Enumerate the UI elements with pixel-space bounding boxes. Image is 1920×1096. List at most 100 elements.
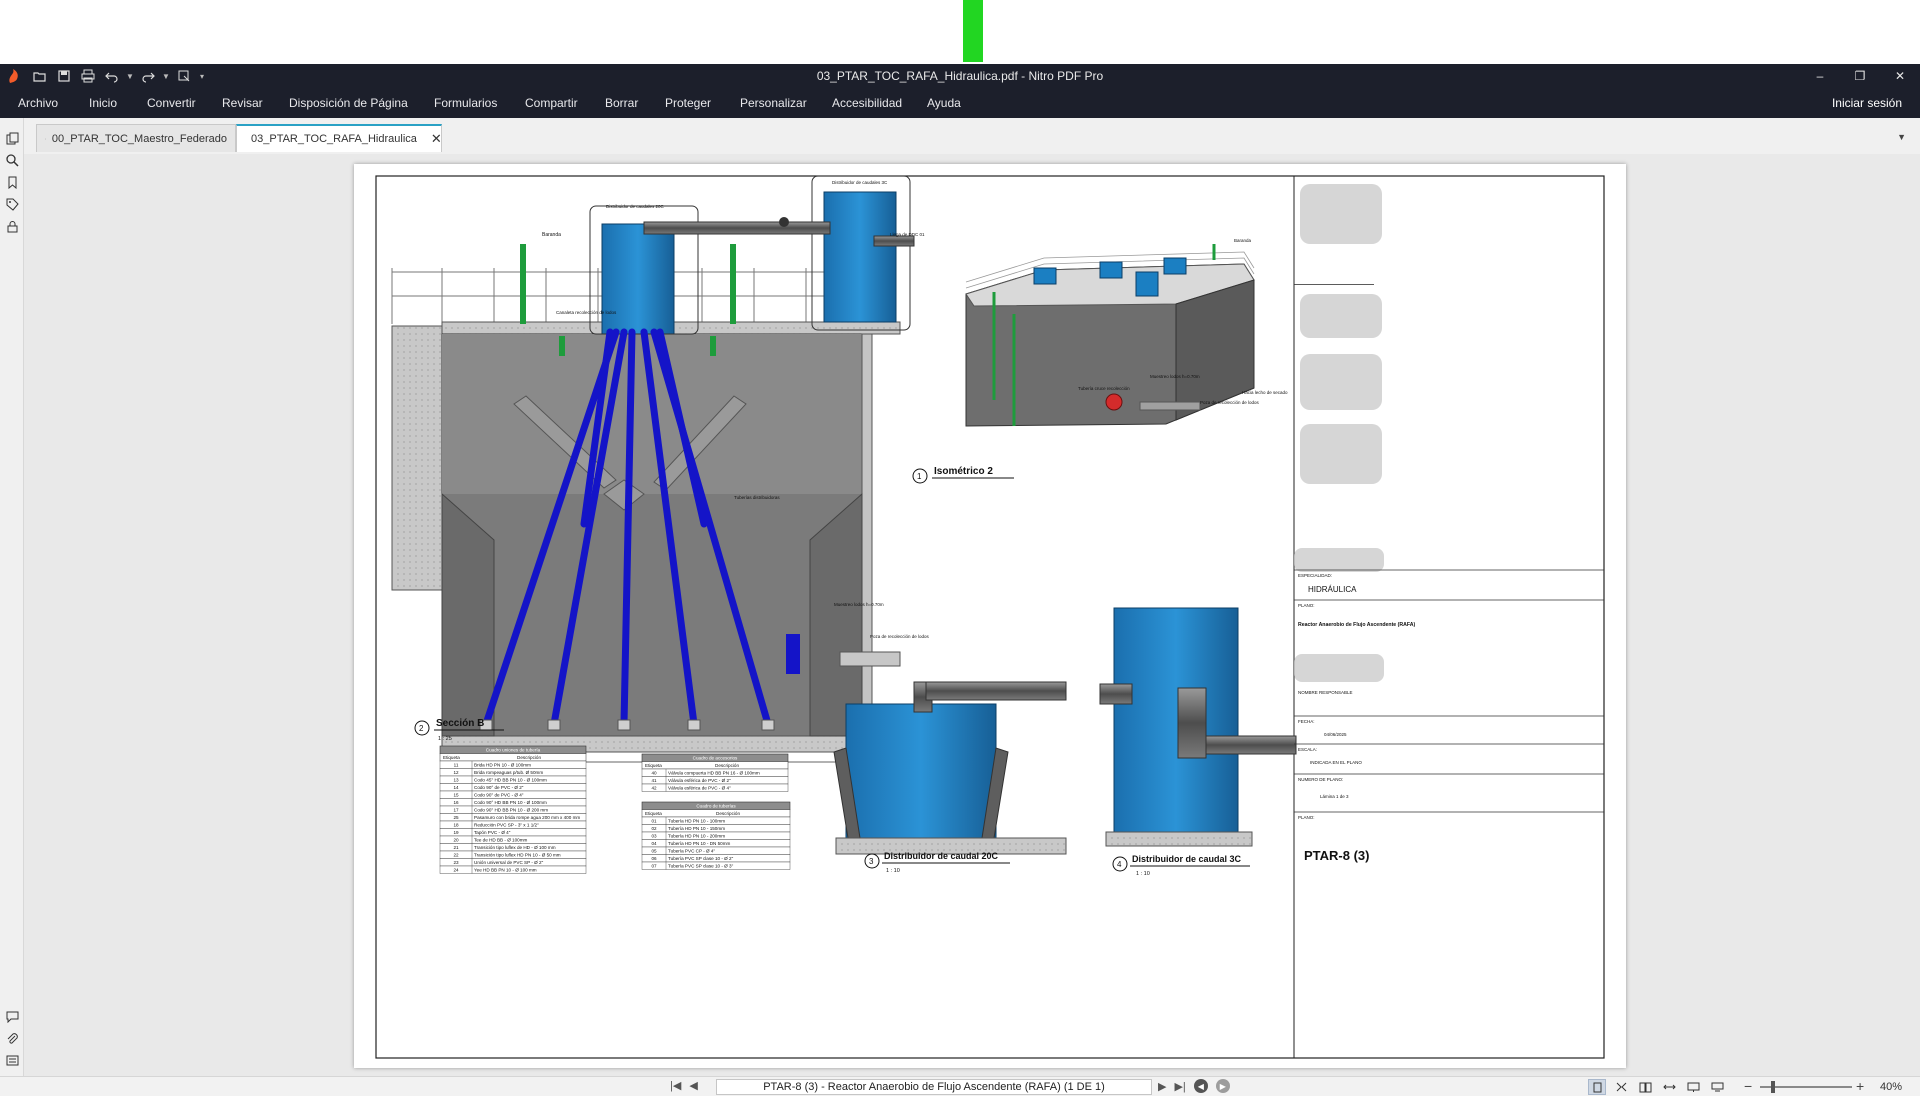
- escala-value: INDICADA EN EL PLANO: [1310, 760, 1362, 765]
- table-cell-description: Tapón PVC - Ø 4": [474, 830, 511, 835]
- close-icon[interactable]: ✕: [1880, 64, 1920, 88]
- fit-width-icon[interactable]: [1660, 1079, 1678, 1095]
- menu-archivo[interactable]: Archivo: [18, 96, 58, 110]
- zoom-level[interactable]: 40%: [1880, 1081, 1902, 1093]
- fecha-value: 04/06/2025: [1324, 732, 1347, 737]
- table-cell-description: Brida rompeaguas p/tub. Ø 50mm: [474, 770, 543, 775]
- dist20-box: [845, 703, 997, 839]
- tab-maestro-federado[interactable]: 00_PTAR_TOC_Maestro_Federado: [36, 124, 236, 152]
- especialidad-value: HIDRÁULICA: [1308, 585, 1357, 594]
- table-cell-description: Tubería HD PN 10 - DN 50mm: [668, 841, 731, 846]
- comments-icon[interactable]: [4, 1008, 20, 1024]
- menu-bar: Archivo Inicio Convertir Revisar Disposi…: [0, 88, 1920, 118]
- table-cell-label: 23: [453, 860, 459, 865]
- iso-label-poza: Poza de recolección de lodos: [1200, 400, 1260, 405]
- facing-icon[interactable]: [1636, 1079, 1654, 1095]
- lock-icon[interactable]: [4, 218, 20, 234]
- redacted-logo: [1300, 184, 1382, 244]
- right-wall: [861, 333, 873, 737]
- previous-view-icon[interactable]: ◀: [1193, 1079, 1208, 1093]
- table-cell-description: Tubería PVC CP - Ø 4": [668, 849, 715, 854]
- pages-icon[interactable]: [4, 130, 20, 146]
- plano-codigo: PTAR-8 (3): [1304, 848, 1369, 863]
- signin-link[interactable]: Iniciar sesión: [1832, 96, 1902, 110]
- tag-icon[interactable]: [4, 196, 20, 212]
- table-cell-description: Yee HD BB PN 10 - Ø 100 mm: [474, 868, 537, 873]
- bookmark-icon[interactable]: [4, 174, 20, 190]
- table-cell-description: Tubería PVC SP clase 10 - Ø 2": [668, 856, 734, 861]
- menu-inicio[interactable]: Inicio: [89, 96, 117, 110]
- table-cell-label: 06: [651, 856, 657, 861]
- prev-page-icon[interactable]: ◀: [689, 1079, 697, 1092]
- green-pipe-canaleta-left: [559, 336, 565, 356]
- close-tab-icon[interactable]: ✕: [431, 131, 442, 147]
- table-cell-label: 25: [453, 815, 459, 820]
- especialidad-label: ESPECIALIDAD:: [1298, 573, 1332, 578]
- next-view-icon[interactable]: ▶: [1215, 1079, 1230, 1093]
- window-controls: – ❐ ✕: [1800, 64, 1920, 88]
- table-cell-description: Codo 90° HD BB PN 10 - Ø 100mm: [474, 800, 547, 805]
- table-cell-description: Tubería HD PN 10 - 200mm: [668, 834, 725, 839]
- table-header-cell: Descripción: [716, 811, 740, 816]
- label-baranda: Baranda: [542, 232, 561, 238]
- table-cell-label: 19: [453, 830, 459, 835]
- menu-accesibilidad[interactable]: Accesibilidad: [832, 96, 902, 110]
- continuous-icon[interactable]: [1612, 1079, 1630, 1095]
- nav-left-group: |◀ ◀: [670, 1079, 698, 1092]
- table-cell-label: 01: [651, 819, 657, 824]
- document-workspace[interactable]: Baranda Distribuidor de caudales 20C Dis…: [24, 154, 1920, 1076]
- menu-formularios[interactable]: Formularios: [434, 96, 497, 110]
- table-row: [641, 846, 791, 855]
- dist20-inlet-pipe: [925, 681, 1067, 701]
- tab-rafa-hidraulica[interactable]: 03_PTAR_TOC_RAFA_Hidraulica ✕: [236, 124, 442, 152]
- menu-revisar[interactable]: Revisar: [222, 96, 263, 110]
- distributor-20c-detail: 3 Distribuidor de caudal 20C 1 : 10: [833, 681, 1067, 874]
- presentation-icon[interactable]: [1684, 1079, 1702, 1095]
- table-header-cell: Etiqueta: [645, 763, 662, 768]
- table-title: Cuadro de tuberías: [696, 804, 736, 809]
- dist3-number: 4: [1117, 860, 1122, 869]
- window-title: 03_PTAR_TOC_RAFA_Hidraulica.pdf - Nitro …: [816, 69, 1104, 83]
- menu-proteger[interactable]: Proteger: [665, 96, 711, 110]
- menu-ayuda[interactable]: Ayuda: [927, 96, 961, 110]
- table-cell-label: 21: [453, 845, 459, 850]
- zoom-out-button[interactable]: −: [1744, 1078, 1752, 1094]
- dist3-title: Distribuidor de caudal 3C: [1132, 854, 1242, 864]
- tab-list-dropdown-icon[interactable]: ▼: [1897, 132, 1906, 142]
- restore-icon[interactable]: ❐: [1840, 64, 1880, 88]
- dist20-number: 3: [869, 857, 874, 866]
- pdf-page[interactable]: Baranda Distribuidor de caudales 20C Dis…: [354, 164, 1626, 1068]
- menu-disposicion[interactable]: Disposición de Página: [289, 96, 408, 110]
- table-row: [439, 828, 587, 837]
- section-b-view: Baranda Distribuidor de caudales 20C Dis…: [391, 175, 930, 763]
- page-field[interactable]: PTAR-8 (3) - Reactor Anaerobio de Flujo …: [716, 1079, 1152, 1095]
- table-cell-description: Transición tipo luflex HD PN 10 - Ø 50 m…: [474, 853, 561, 858]
- last-page-icon[interactable]: ▶|: [1174, 1080, 1185, 1093]
- zoom-slider-thumb[interactable]: [1771, 1081, 1775, 1093]
- table-pipes: Cuadro de tuberías Etiqueta Descripción 01 T…: [641, 801, 791, 870]
- redacted-field: [1300, 354, 1382, 410]
- table-header-row: [439, 753, 587, 762]
- table-cell-label: 16: [453, 800, 459, 805]
- tile-icon[interactable]: [1708, 1079, 1726, 1095]
- single-page-icon[interactable]: [1588, 1079, 1606, 1095]
- dist3-outlet-pipe: [1205, 735, 1297, 755]
- next-page-icon[interactable]: ▶: [1158, 1080, 1166, 1093]
- dist3-scale: 1 : 10: [1136, 871, 1150, 877]
- fields-icon[interactable]: [4, 1052, 20, 1068]
- search-icon[interactable]: [4, 152, 20, 168]
- document-icon: [45, 137, 46, 140]
- table-unions: Cuadro uniones de tubería Etiqueta Descrip…: [439, 745, 587, 874]
- attachment-icon[interactable]: [4, 1030, 20, 1046]
- menu-compartir[interactable]: Compartir: [525, 96, 578, 110]
- dist3-base: [1105, 831, 1253, 847]
- minimize-icon[interactable]: –: [1800, 64, 1840, 88]
- escala-label: ESCALA:: [1298, 747, 1317, 752]
- menu-personalizar[interactable]: Personalizar: [740, 96, 807, 110]
- table-cell-description: Tubería HD PN 10 - 150mm: [668, 826, 725, 831]
- menu-borrar[interactable]: Borrar: [605, 96, 638, 110]
- first-page-icon[interactable]: |◀: [670, 1079, 681, 1092]
- menu-convertir[interactable]: Convertir: [147, 96, 196, 110]
- zoom-in-button[interactable]: +: [1856, 1078, 1864, 1094]
- table-header-cell: Descripción: [715, 763, 739, 768]
